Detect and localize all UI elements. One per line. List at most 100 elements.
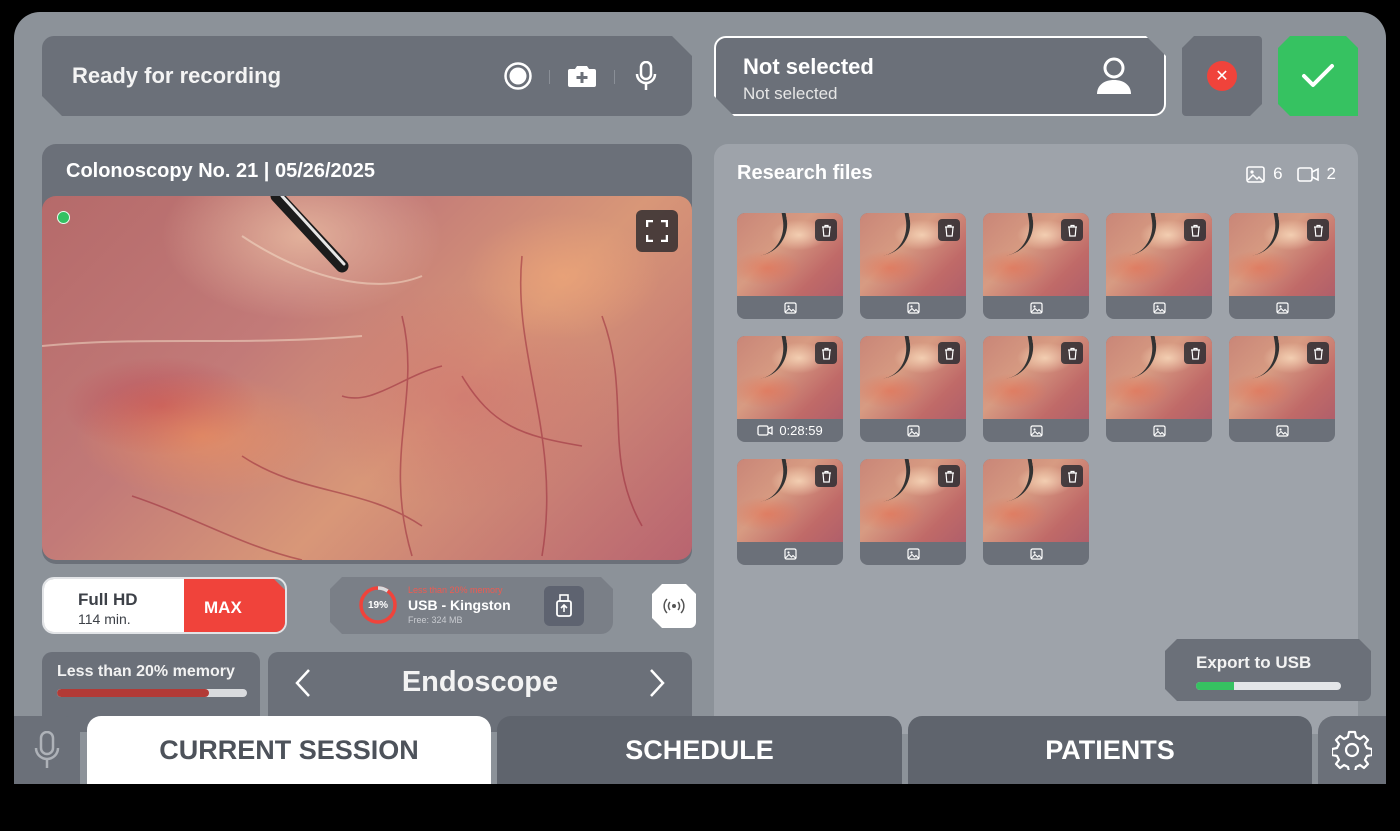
voice-note-button[interactable] (630, 60, 662, 92)
instrument-shape (876, 459, 916, 502)
delete-file-button[interactable] (1307, 342, 1329, 364)
research-image-thumb[interactable] (1106, 336, 1212, 442)
delete-file-button[interactable] (1061, 465, 1083, 487)
research-image-thumb[interactable] (737, 213, 843, 319)
instrument-shape (1122, 213, 1162, 256)
delete-file-button[interactable] (938, 219, 960, 241)
research-image-thumb[interactable] (860, 336, 966, 442)
recording-bar: Ready for recording (42, 36, 692, 116)
device-frame: Ready for recording Not selected Not sel… (0, 0, 1400, 831)
fullscreen-button[interactable] (636, 210, 678, 252)
instrument-shape (999, 213, 1039, 256)
instrument-shape (999, 459, 1039, 502)
thumbnail-footer (1106, 419, 1212, 442)
image-count: 6 (1273, 164, 1283, 183)
delete-file-button[interactable] (815, 465, 837, 487)
close-icon: ✕ (1207, 61, 1237, 91)
delete-file-button[interactable] (1184, 342, 1206, 364)
microphone-icon (635, 61, 657, 90)
person-icon (1097, 57, 1131, 94)
tab-current-session[interactable]: CURRENT SESSION (87, 716, 491, 784)
tab-patients[interactable]: PATIENTS (908, 716, 1312, 784)
thumbnail-footer (983, 296, 1089, 319)
cancel-button[interactable]: ✕ (1182, 36, 1262, 116)
delete-file-button[interactable] (815, 342, 837, 364)
live-indicator (57, 211, 70, 224)
instrument-shape (876, 213, 916, 256)
record-button[interactable] (502, 60, 534, 92)
research-image-thumb[interactable] (983, 336, 1089, 442)
trash-icon (1067, 347, 1077, 360)
trash-icon (944, 347, 954, 360)
image-icon (1029, 424, 1043, 437)
gear-icon (1332, 730, 1372, 770)
quality-toggle[interactable]: Full HD 114 min. MAX (42, 577, 287, 634)
quality-max-option[interactable]: MAX (184, 579, 285, 632)
patient-selector[interactable]: Not selected Not selected (714, 36, 1166, 116)
instrument-shape (753, 213, 793, 256)
image-icon (783, 301, 797, 314)
confirm-button[interactable] (1278, 36, 1358, 116)
file-counts: 6 2 (1246, 164, 1336, 184)
thumbnail-footer (1106, 296, 1212, 319)
video-count: 2 (1326, 164, 1336, 183)
snapshot-button[interactable] (566, 60, 598, 92)
research-image-thumb[interactable] (1106, 213, 1212, 319)
image-icon (1275, 424, 1289, 437)
image-icon (1152, 424, 1166, 437)
instrument-shape (876, 336, 916, 379)
thumbnail-footer (860, 542, 966, 565)
thumbnail-footer (737, 542, 843, 565)
endoscope-video-feed[interactable] (42, 196, 692, 560)
research-title: Research files (737, 162, 873, 184)
usb-drive-icon (556, 594, 572, 617)
delete-file-button[interactable] (1061, 342, 1083, 364)
research-image-thumb[interactable] (1229, 336, 1335, 442)
thumbnail-footer (1229, 419, 1335, 442)
delete-file-button[interactable] (1061, 219, 1083, 241)
image-icon (1246, 165, 1265, 183)
image-icon (906, 301, 920, 314)
voice-control-button[interactable] (14, 716, 80, 784)
image-icon (906, 547, 920, 560)
delete-file-button[interactable] (938, 342, 960, 364)
export-to-usb-button[interactable]: Export to USB (1165, 639, 1371, 701)
settings-button[interactable] (1318, 716, 1386, 784)
trash-icon (821, 470, 831, 483)
trash-icon (1313, 224, 1323, 237)
research-image-thumb[interactable] (1229, 213, 1335, 319)
image-icon (1152, 301, 1166, 314)
image-icon (1029, 547, 1043, 560)
quality-full-hd-option[interactable]: Full HD 114 min. (44, 579, 184, 632)
research-image-thumb[interactable] (860, 459, 966, 565)
video-panel: Colonoscopy No. 21 | 05/26/2025 (42, 144, 692, 564)
usb-eject-button[interactable] (544, 586, 584, 626)
video-icon (1296, 166, 1319, 182)
delete-file-button[interactable] (938, 465, 960, 487)
delete-file-button[interactable] (1184, 219, 1206, 241)
research-image-thumb[interactable] (983, 213, 1089, 319)
vessel-pattern (42, 196, 643, 560)
research-image-thumb[interactable] (860, 213, 966, 319)
broadcast-icon (663, 598, 685, 614)
usb-warning: Less than 20% memory (408, 585, 503, 595)
wireless-button[interactable] (652, 584, 696, 628)
image-icon (1275, 301, 1289, 314)
instrument-shape (753, 336, 793, 379)
trash-icon (944, 224, 954, 237)
separator (614, 70, 615, 84)
delete-file-button[interactable] (815, 219, 837, 241)
usb-percent: 19% (367, 599, 388, 611)
trash-icon (821, 224, 831, 237)
tab-schedule[interactable]: SCHEDULE (497, 716, 902, 784)
research-image-thumb[interactable] (737, 459, 843, 565)
next-source-button[interactable] (642, 666, 672, 700)
quality-max-label: MAX (204, 598, 242, 617)
thumbnail-footer (983, 542, 1089, 565)
delete-file-button[interactable] (1307, 219, 1329, 241)
trash-icon (944, 470, 954, 483)
research-image-thumb[interactable] (983, 459, 1089, 565)
research-video-thumb[interactable]: 0:28:59 (737, 336, 843, 442)
trash-icon (821, 347, 831, 360)
chevron-right-icon (650, 669, 665, 697)
